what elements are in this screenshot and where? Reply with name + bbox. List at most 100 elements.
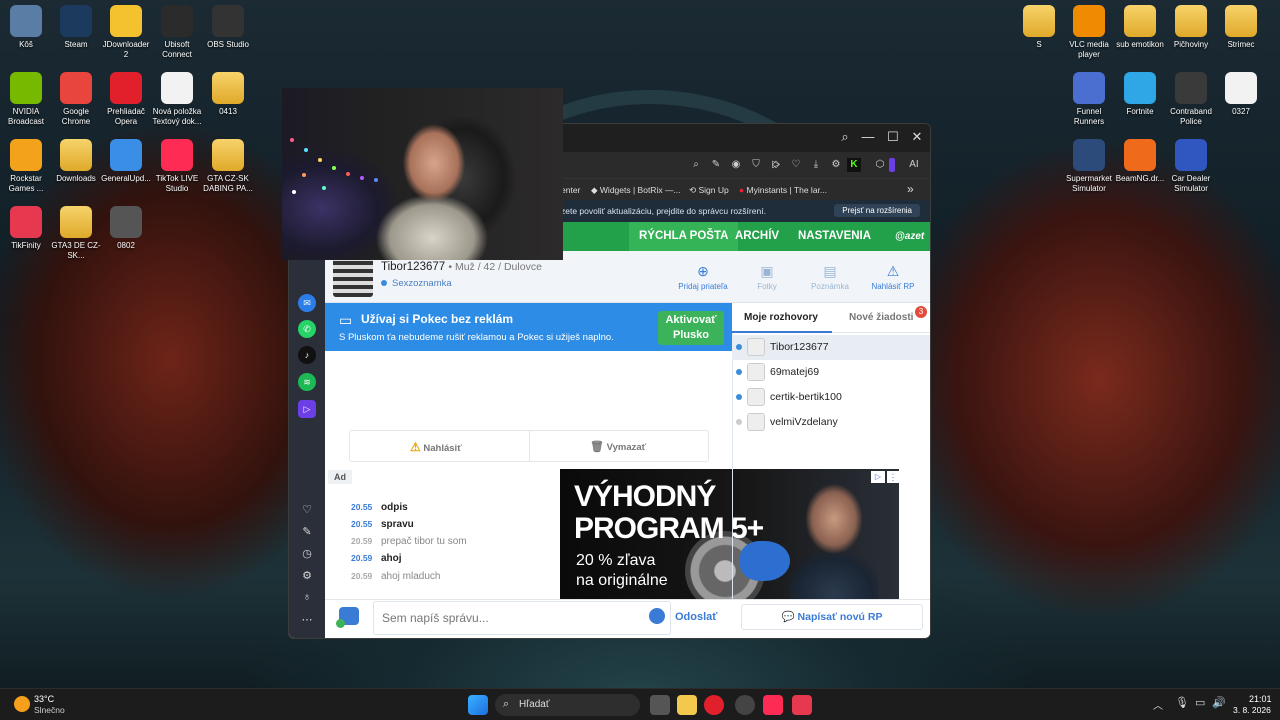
- search-icon[interactable]: ⌕: [834, 129, 856, 145]
- bookmark-item[interactable]: ● Myinstants | The lar...: [739, 185, 827, 195]
- whatsapp-icon[interactable]: ✆: [298, 320, 316, 338]
- desktop-icon[interactable]: 0802: [100, 206, 152, 251]
- ad-banner[interactable]: VÝHODNÝ PROGRAM 5+ 20 % zľava na originá…: [560, 469, 899, 601]
- more-icon[interactable]: ⋯: [300, 613, 314, 626]
- zoom-icon[interactable]: ⌕: [689, 158, 703, 172]
- conversation-item[interactable]: Tibor123677: [732, 335, 930, 360]
- desktop-icon[interactable]: Steam: [50, 5, 102, 50]
- desktop-icon[interactable]: OBS Studio: [202, 5, 254, 50]
- file-explorer-icon[interactable]: [677, 695, 697, 715]
- tab-my-conversations[interactable]: Moje rozhovory: [744, 312, 818, 323]
- bookmark-item[interactable]: ⟲ Sign Up: [689, 185, 729, 196]
- desktop-icon[interactable]: Kôš: [0, 5, 52, 50]
- clock-time[interactable]: 21:01: [1249, 694, 1272, 704]
- volume-icon[interactable]: 🔊: [1212, 696, 1226, 709]
- add-friend-button[interactable]: ⊕ Pridaj priateľa: [673, 263, 733, 291]
- desktop-icon[interactable]: Google Chrome: [50, 72, 102, 127]
- bookmark-item[interactable]: enter: [561, 185, 580, 195]
- desktop-icon[interactable]: Car Dealer Simulator: [1165, 139, 1217, 194]
- network-icon[interactable]: ▭: [1195, 696, 1205, 709]
- nav-settings[interactable]: NASTAVENIA: [788, 222, 881, 251]
- start-icon[interactable]: [468, 695, 488, 715]
- spotify-icon[interactable]: ≋: [298, 373, 316, 391]
- player-icon[interactable]: ▷: [298, 400, 316, 418]
- azet-logo[interactable]: @azet: [885, 222, 930, 251]
- maximize-button[interactable]: ☐: [882, 129, 904, 145]
- weather-icon[interactable]: [14, 696, 30, 712]
- desktop-icon[interactable]: Downloads: [50, 139, 102, 184]
- conversation-item[interactable]: velmiVzdelany: [732, 410, 930, 435]
- desktop-icon[interactable]: GeneralUpd...: [100, 139, 152, 184]
- desktop-icon[interactable]: Ubisoft Connect: [151, 5, 203, 60]
- task-view-icon[interactable]: [650, 695, 670, 715]
- microphone-icon[interactable]: 🎙: [1175, 696, 1189, 709]
- kick-extension-icon[interactable]: K: [847, 158, 861, 172]
- tab-new-requests[interactable]: Nové žiadosti: [849, 312, 913, 323]
- nav-quick-mail[interactable]: RÝCHLA POŠTA: [629, 222, 739, 251]
- shield-icon[interactable]: ⛉: [749, 158, 763, 172]
- tikfinity-icon[interactable]: [792, 695, 812, 715]
- activate-plusko-button[interactable]: Aktivovať Plusko: [658, 311, 724, 345]
- profile-name[interactable]: Tibor123677: [381, 261, 445, 273]
- minimize-button[interactable]: —: [857, 129, 879, 144]
- settings-icon[interactable]: ⚙: [829, 158, 843, 172]
- lightbulb-icon[interactable]: ♁: [300, 591, 314, 603]
- desktop-icon[interactable]: GTA3 DE CZ-SK...: [50, 206, 102, 261]
- adchoices-icon[interactable]: ▷: [871, 471, 885, 483]
- desktop-icon[interactable]: sub emotikon: [1114, 5, 1166, 50]
- desktop-icon[interactable]: Contraband Police: [1165, 72, 1217, 127]
- edit-icon[interactable]: ✎: [709, 158, 723, 172]
- message-input[interactable]: [373, 601, 671, 635]
- taskbar-search[interactable]: ⌕ Hľadať: [495, 694, 640, 716]
- desktop-icon[interactable]: 0413: [202, 72, 254, 117]
- desktop-icon[interactable]: Nová položka Textový dok...: [151, 72, 203, 127]
- chevron-up-icon[interactable]: ︿: [1153, 697, 1163, 712]
- go-to-extensions-button[interactable]: Prejsť na rozšírenia: [834, 204, 920, 217]
- messenger-icon[interactable]: ✉: [298, 294, 316, 312]
- desktop-icon[interactable]: Funnel Runners: [1063, 72, 1115, 127]
- camera-icon[interactable]: ◉: [729, 158, 743, 172]
- report-button[interactable]: ⚠ Nahlásiť: [410, 440, 462, 454]
- heart-icon[interactable]: ♡: [300, 503, 314, 516]
- desktop-icon[interactable]: Strimec: [1215, 5, 1267, 50]
- bookmark-item[interactable]: ◆ Widgets | BotRix —...: [591, 185, 681, 196]
- desktop-icon[interactable]: S: [1013, 5, 1065, 50]
- conversation-item[interactable]: 69matej69: [732, 360, 930, 385]
- desktop-icon[interactable]: JDownloader 2: [100, 5, 152, 60]
- desktop-icon[interactable]: Prehliadač Opera: [100, 72, 152, 127]
- note-button[interactable]: ▤ Poznámka: [800, 263, 860, 291]
- desktop-icon[interactable]: NVIDIA Broadcast: [0, 72, 52, 127]
- desktop-icon[interactable]: 0327: [1215, 72, 1267, 117]
- conversation-item[interactable]: certik-bertik100: [732, 385, 930, 410]
- settings-icon[interactable]: ⚙: [300, 569, 314, 582]
- desktop-icon[interactable]: TikTok LIVE Studio: [151, 139, 203, 194]
- desktop-icon[interactable]: Fortnite: [1114, 72, 1166, 117]
- clock-date[interactable]: 3. 8. 2026: [1233, 705, 1271, 715]
- delete-button[interactable]: 🗑 Vymazať: [590, 440, 646, 453]
- desktop-icon[interactable]: TikFinity: [0, 206, 52, 251]
- desktop-icon[interactable]: GTA CZ-SK DABING PA...: [202, 139, 254, 194]
- desktop-icon[interactable]: Pičhoviny: [1165, 5, 1217, 50]
- desktop-icon[interactable]: BeamNG.dr...: [1114, 139, 1166, 184]
- photos-button[interactable]: ▣ Fotky: [737, 263, 797, 291]
- new-rp-button[interactable]: 💬 Napísať novú RP: [741, 604, 923, 630]
- ad-menu-icon[interactable]: ⋮: [887, 471, 899, 483]
- desktop-icon[interactable]: Supermarket Simulator: [1063, 139, 1115, 194]
- opera-icon[interactable]: [704, 695, 724, 715]
- close-button[interactable]: ✕: [906, 129, 928, 145]
- emoji-icon[interactable]: [649, 608, 665, 624]
- avatar[interactable]: [333, 257, 373, 297]
- heart-icon[interactable]: ♡: [789, 158, 803, 172]
- play-icon[interactable]: ▷: [769, 158, 783, 172]
- desktop-icon[interactable]: Rockstar Games ...: [0, 139, 52, 194]
- extension-icon[interactable]: ⬡: [873, 158, 887, 172]
- edit-icon[interactable]: ✎: [300, 525, 314, 538]
- report-rp-button[interactable]: ⚠ Nahlásiť RP: [863, 263, 923, 291]
- more-bookmarks-button[interactable]: »: [907, 182, 914, 196]
- history-icon[interactable]: ◷: [300, 547, 314, 560]
- desktop-icon[interactable]: VLC media player: [1063, 5, 1115, 60]
- weather-temp[interactable]: 33°C: [34, 694, 54, 704]
- tiktok-icon[interactable]: ♪: [298, 346, 316, 364]
- ai-button[interactable]: AI: [903, 158, 925, 172]
- tiktok-icon[interactable]: [763, 695, 783, 715]
